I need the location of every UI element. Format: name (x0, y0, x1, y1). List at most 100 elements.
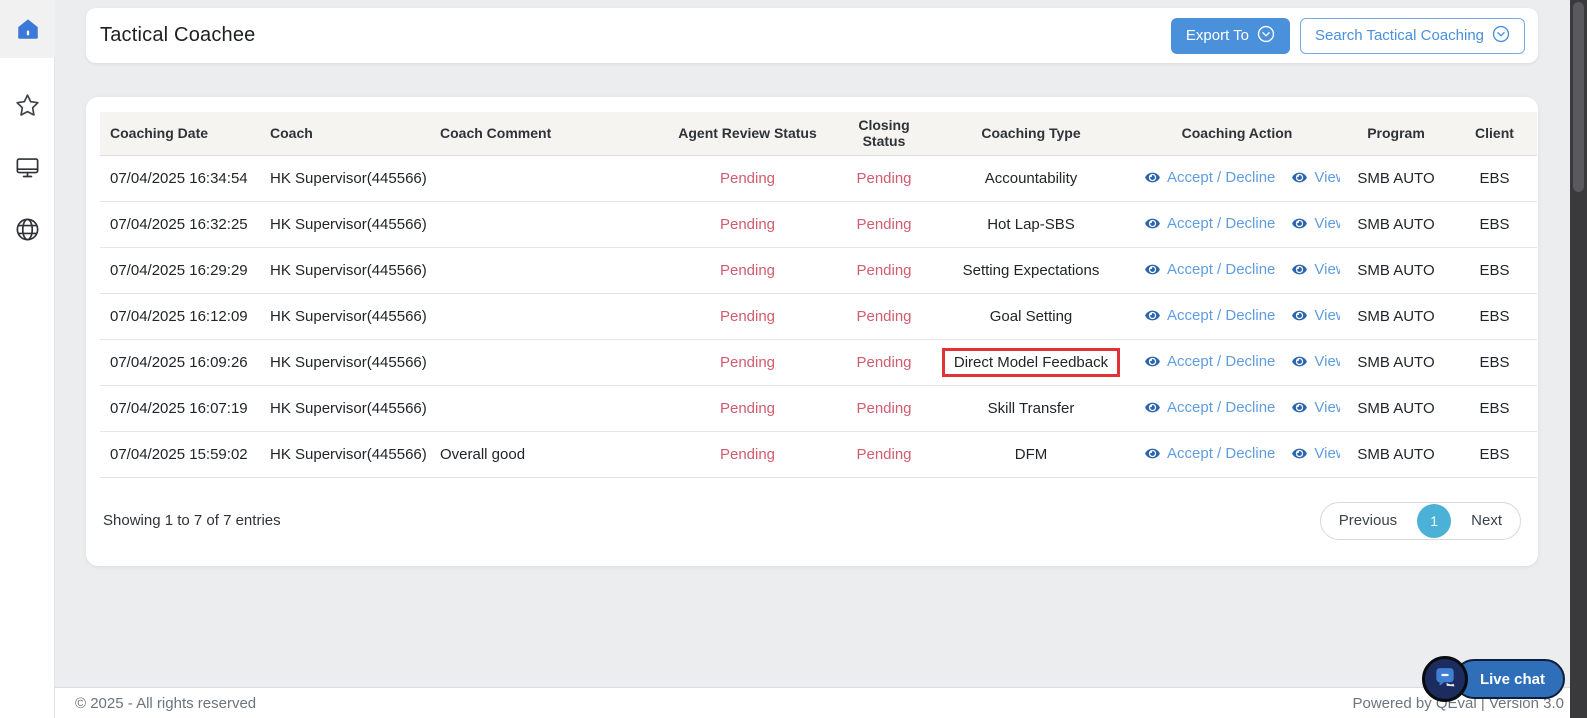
cell-agent-review-status: Pending (655, 293, 840, 340)
sidebar-item-favorites[interactable] (0, 76, 55, 134)
cell-agent-review-status: Pending (655, 339, 840, 386)
accept-decline-link[interactable]: Accept / Decline (1144, 353, 1275, 370)
cell-coach: HK Supervisor(445566) (260, 155, 430, 202)
cell-coaching-date: 07/04/2025 16:09:26 (100, 339, 260, 386)
coaching-table: Coaching Date Coach Coach Comment Agent … (100, 112, 1537, 478)
view-label: View (1314, 352, 1340, 370)
cell-client: EBS (1452, 339, 1537, 386)
cell-closing-status: Pending (840, 431, 928, 478)
search-tactical-coaching-label: Search Tactical Coaching (1315, 27, 1484, 44)
live-chat-button[interactable]: Live chat (1421, 656, 1565, 702)
footer: © 2025 - All rights reserved Powered by … (55, 687, 1570, 718)
cell-coaching-type: Setting Expectations (928, 247, 1134, 294)
eye-icon (1292, 218, 1308, 228)
view-label: View (1314, 214, 1340, 232)
coaching-table-card: Coaching Date Coach Coach Comment Agent … (86, 97, 1538, 566)
view-label: View (1314, 444, 1340, 462)
vertical-scrollbar[interactable] (1570, 0, 1587, 718)
cell-coach-comment (430, 293, 655, 340)
col-client: Client (1452, 112, 1537, 156)
cell-coach-comment (430, 201, 655, 248)
view-link[interactable]: View (1291, 261, 1340, 278)
accept-decline-link[interactable]: Accept / Decline (1144, 399, 1275, 416)
cell-coaching-action: Accept / Decline View (1134, 339, 1340, 386)
eye-icon (1292, 310, 1308, 320)
cell-client: EBS (1452, 155, 1537, 202)
view-label: View (1314, 260, 1340, 278)
cell-coaching-date: 07/04/2025 15:59:02 (100, 431, 260, 478)
globe-icon (14, 216, 41, 243)
accept-decline-link[interactable]: Accept / Decline (1144, 169, 1275, 186)
cell-coaching-action: Accept / Decline View (1134, 201, 1340, 248)
home-icon (15, 16, 41, 42)
current-page-button[interactable]: 1 (1417, 503, 1452, 538)
next-page-button[interactable]: Next (1453, 503, 1520, 539)
col-coaching-date: Coaching Date (100, 112, 260, 156)
table-row: 07/04/2025 15:59:02 HK Supervisor(445566)… (100, 431, 1537, 478)
sidebar-item-global[interactable] (0, 200, 55, 258)
table-row: 07/04/2025 16:34:54 HK Supervisor(445566)… (100, 155, 1537, 202)
cell-program: SMB AUTO (1340, 293, 1452, 340)
scrollbar-thumb[interactable] (1573, 2, 1584, 192)
view-link[interactable]: View (1291, 353, 1340, 370)
table-row: 07/04/2025 16:07:19 HK Supervisor(445566)… (100, 385, 1537, 432)
cell-coach: HK Supervisor(445566) (260, 385, 430, 432)
cell-coaching-action: Accept / Decline View (1134, 155, 1340, 202)
cell-coach-comment (430, 247, 655, 294)
view-link[interactable]: View (1291, 307, 1340, 324)
col-closing-status: Closing Status (840, 112, 928, 156)
col-agent-review-status: Agent Review Status (655, 112, 840, 156)
cell-coaching-type: Direct Model Feedback (928, 339, 1134, 386)
view-link[interactable]: View (1291, 215, 1340, 232)
view-link[interactable]: View (1291, 399, 1340, 416)
sidebar-item-dashboard[interactable] (0, 138, 55, 196)
view-link[interactable]: View (1291, 169, 1340, 186)
cell-coaching-type: Accountability (928, 155, 1134, 202)
cell-closing-status: Pending (840, 201, 928, 248)
cell-closing-status: Pending (840, 339, 928, 386)
cell-coach-comment (430, 385, 655, 432)
cell-coaching-action: Accept / Decline View (1134, 247, 1340, 294)
cell-coach-comment (430, 155, 655, 202)
eye-icon (1145, 402, 1160, 412)
cell-closing-status: Pending (840, 385, 928, 432)
cell-client: EBS (1452, 247, 1537, 294)
previous-page-button[interactable]: Previous (1321, 503, 1415, 539)
accept-decline-label: Accept / Decline (1167, 260, 1276, 278)
accept-decline-link[interactable]: Accept / Decline (1144, 307, 1275, 324)
cell-coaching-date: 07/04/2025 16:32:25 (100, 201, 260, 248)
accept-decline-link[interactable]: Accept / Decline (1144, 215, 1275, 232)
cell-coaching-type: Skill Transfer (928, 385, 1134, 432)
live-chat-label: Live chat (1479, 670, 1545, 688)
cell-coach: HK Supervisor(445566) (260, 247, 430, 294)
accept-decline-link[interactable]: Accept / Decline (1144, 261, 1275, 278)
cell-agent-review-status: Pending (655, 431, 840, 478)
view-link[interactable]: View (1291, 445, 1340, 462)
view-label: View (1314, 398, 1340, 416)
cell-coaching-date: 07/04/2025 16:34:54 (100, 155, 260, 202)
accept-decline-link[interactable]: Accept / Decline (1144, 445, 1275, 462)
eye-icon (1145, 356, 1160, 366)
entries-summary: Showing 1 to 7 of 7 entries (103, 512, 281, 529)
cell-coaching-action: Accept / Decline View (1134, 431, 1340, 478)
cell-coaching-date: 07/04/2025 16:12:09 (100, 293, 260, 340)
export-to-button[interactable]: Export To (1170, 17, 1291, 54)
col-coach-comment: Coach Comment (430, 112, 655, 156)
cell-coach-comment (430, 339, 655, 386)
cell-program: SMB AUTO (1340, 201, 1452, 248)
eye-icon (1145, 310, 1160, 320)
star-icon (14, 92, 41, 119)
table-row: 07/04/2025 16:29:29 HK Supervisor(445566)… (100, 247, 1537, 294)
red-annotation-box: Direct Model Feedback (941, 347, 1121, 377)
cell-program: SMB AUTO (1340, 247, 1452, 294)
page-title: Tactical Coachee (100, 24, 256, 46)
sidebar-item-home[interactable] (0, 0, 55, 58)
cell-closing-status: Pending (840, 293, 928, 340)
cell-client: EBS (1452, 293, 1537, 340)
eye-icon (1292, 356, 1308, 366)
eye-icon (1292, 448, 1308, 458)
cell-coach: HK Supervisor(445566) (260, 201, 430, 248)
table-row: 07/04/2025 16:12:09 HK Supervisor(445566)… (100, 293, 1537, 340)
search-tactical-coaching-button[interactable]: Search Tactical Coaching (1300, 17, 1525, 54)
col-coaching-type: Coaching Type (928, 112, 1134, 156)
